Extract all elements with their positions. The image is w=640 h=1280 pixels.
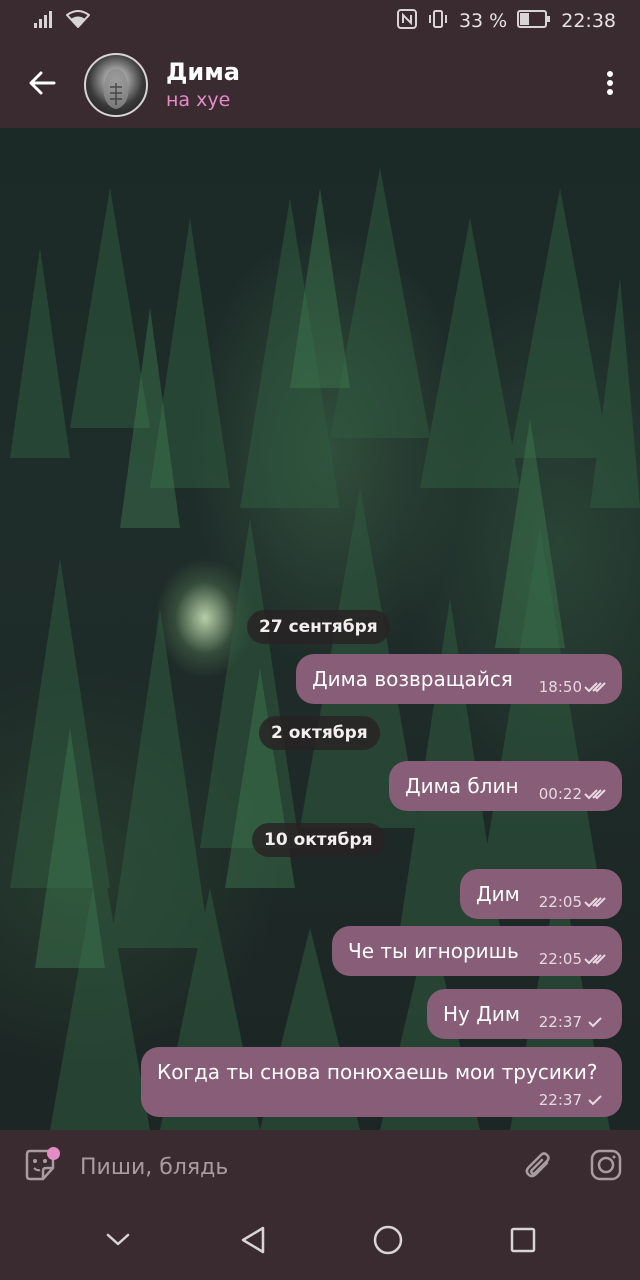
- message-composer: [0, 1130, 640, 1204]
- double-check-icon: [584, 682, 606, 693]
- date-separator: 10 октября: [252, 823, 385, 857]
- message-time: 22:05: [538, 893, 582, 911]
- message-text: Дим: [476, 882, 520, 906]
- contact-name: Дима: [166, 58, 241, 86]
- message-time: 22:05: [538, 950, 582, 968]
- notification-dot: [47, 1147, 60, 1160]
- attach-button[interactable]: [504, 1130, 572, 1204]
- message-time: 00:22: [538, 785, 582, 803]
- recents-icon: [509, 1226, 537, 1258]
- home-icon: [372, 1224, 404, 1260]
- double-check-icon: [584, 897, 606, 908]
- message-time: 22:37: [538, 1013, 582, 1031]
- status-bar: 33 % 22:38: [0, 0, 640, 42]
- date-separator: 2 октября: [259, 716, 380, 750]
- message-time: 18:50: [538, 678, 582, 696]
- message-bubble[interactable]: Ну Дим 22:37: [427, 989, 622, 1039]
- message-text: Дима возвращайся: [312, 667, 513, 691]
- system-navigation-bar: [0, 1204, 640, 1280]
- double-check-icon: [584, 954, 606, 965]
- more-vertical-icon: [606, 70, 614, 100]
- more-options-button[interactable]: [580, 42, 640, 128]
- chat-header: Дима на хуе: [0, 42, 640, 128]
- message-bubble[interactable]: Дим 22:05: [460, 869, 622, 919]
- nav-home-button[interactable]: [348, 1204, 428, 1280]
- collapse-button[interactable]: [78, 1204, 158, 1280]
- nav-recents-button[interactable]: [483, 1204, 563, 1280]
- contact-status: на хуе: [166, 89, 231, 111]
- message-bubble[interactable]: Дима возвращайся 18:50: [296, 654, 622, 704]
- battery-percent: 33 %: [458, 10, 508, 32]
- check-icon: [588, 1095, 602, 1106]
- chat-area[interactable]: 27 сентября Дима возвращайся 18:50 2 окт…: [0, 128, 640, 1130]
- back-button[interactable]: [0, 42, 84, 128]
- back-arrow-icon: [28, 71, 56, 99]
- contact-info[interactable]: Дима на хуе: [166, 57, 580, 113]
- collapse-icon: [105, 1232, 131, 1252]
- double-check-icon: [584, 789, 606, 800]
- message-text: Когда ты снова понюхаешь мои трусики?: [157, 1060, 598, 1084]
- check-icon: [588, 1017, 602, 1028]
- avatar[interactable]: [84, 53, 148, 117]
- attach-icon: [523, 1148, 553, 1186]
- message-input[interactable]: [80, 1130, 504, 1204]
- camera-button[interactable]: [572, 1130, 640, 1204]
- nfc-icon: [396, 8, 417, 34]
- sticker-button[interactable]: [0, 1130, 80, 1204]
- message-bubble[interactable]: Дима блин 00:22: [389, 761, 622, 811]
- signal-icon: [34, 10, 56, 33]
- camera-icon: [590, 1149, 622, 1185]
- date-separator: 27 сентября: [247, 610, 390, 644]
- message-bubble[interactable]: Когда ты снова понюхаешь мои трусики? 22…: [141, 1047, 622, 1117]
- back-icon: [239, 1225, 267, 1259]
- battery-icon: [517, 9, 551, 33]
- clock: 22:38: [561, 10, 616, 32]
- nav-back-button[interactable]: [213, 1204, 293, 1280]
- vibrate-icon: [427, 9, 449, 34]
- message-text: Дима блин: [405, 774, 519, 798]
- wifi-icon: [65, 9, 91, 33]
- message-text: Че ты игноришь: [348, 939, 519, 963]
- message-bubble[interactable]: Че ты игноришь 22:05: [332, 926, 622, 976]
- message-text: Ну Дим: [443, 1002, 520, 1026]
- message-time: 22:37: [538, 1091, 582, 1109]
